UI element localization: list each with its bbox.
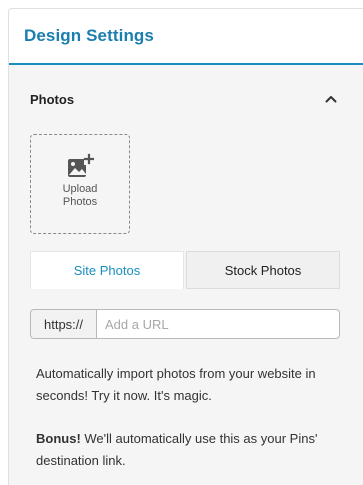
url-input[interactable] [96,309,340,339]
upload-label-line2: Photos [62,196,98,208]
panel-title: Design Settings [24,26,154,45]
upload-photos-label: Upload Photos [50,183,110,209]
upload-label-line1: Upload [62,183,98,195]
tab-site-photos[interactable]: Site Photos [30,251,184,289]
design-settings-panel: Design Settings Photos Upload Photos Sit… [8,8,363,485]
photos-section-header[interactable]: Photos [9,89,363,109]
url-field-group: https:// [30,309,340,339]
upload-photos-button[interactable]: Upload Photos [30,134,130,234]
photos-section-title: Photos [30,91,75,107]
bonus-label: Bonus! [36,431,81,446]
tab-stock-photos[interactable]: Stock Photos [186,251,340,289]
photo-source-tabs: Site Photos Stock Photos [30,251,340,289]
panel-header: Design Settings [9,9,363,65]
url-prefix: https:// [30,309,96,339]
bonus-note: Bonus! We'll automatically use this as y… [36,428,336,472]
chevron-up-icon[interactable] [321,89,341,109]
import-description: Automatically import photos from your we… [36,366,316,403]
add-photo-icon [68,153,94,177]
